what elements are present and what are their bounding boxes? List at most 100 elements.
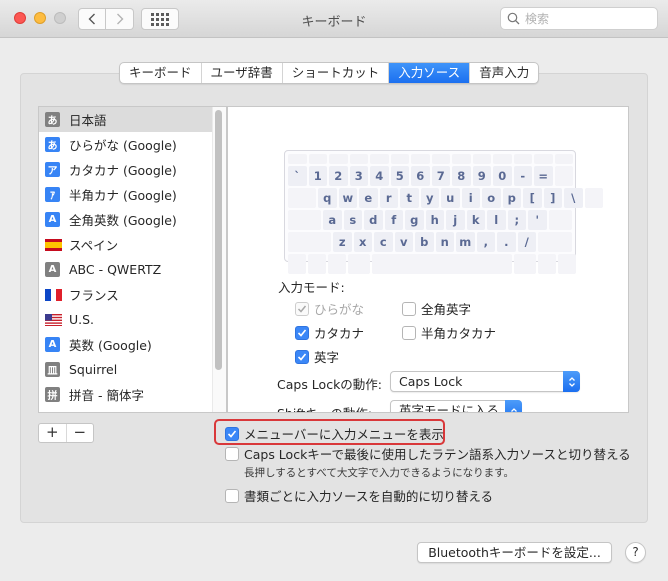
input-source-item[interactable]: A 全角英数 (Google) — [39, 207, 226, 232]
input-source-item[interactable]: A 英数 (Google) — [39, 332, 226, 357]
shift-action-popup[interactable]: 英字モードに入る — [390, 400, 522, 412]
mode-alpha-checkbox[interactable]: 英字 — [295, 347, 339, 366]
input-source-label: カタカナ (Google) — [69, 163, 177, 178]
keyboard-key: e — [359, 188, 378, 208]
mode-katakana-checkbox[interactable]: カタカナ — [295, 323, 364, 342]
blank-key — [288, 232, 331, 252]
input-source-icon: あ — [45, 137, 60, 152]
keyboard-key: - — [513, 166, 532, 186]
keyboard-key: y — [420, 188, 439, 208]
keyboard-key: k — [466, 210, 485, 230]
mode-fullwidth-alpha-checkbox[interactable]: 全角英字 — [402, 299, 471, 318]
input-source-item[interactable]: スペイン — [39, 232, 226, 257]
caps-lock-action-popup[interactable]: Caps Lock — [390, 371, 580, 392]
checkmark-icon — [295, 325, 309, 340]
keyboard-key: v — [394, 232, 413, 252]
blank-key — [390, 154, 409, 164]
search-field[interactable]: 検索 — [500, 7, 658, 30]
input-source-icon: A — [45, 337, 60, 352]
tab-dictation[interactable]: 音声入力 — [470, 63, 538, 83]
blank-key — [493, 154, 512, 164]
show-input-menu-checkbox[interactable]: メニューバーに入力メニューを表示 — [225, 424, 444, 443]
checkmark-icon — [225, 426, 239, 441]
up-arrow-icon — [505, 400, 522, 412]
keyboard-key: d — [364, 210, 383, 230]
setup-bluetooth-keyboard-button[interactable]: Bluetoothキーボードを設定... — [417, 542, 612, 563]
keyboard-key: h — [425, 210, 444, 230]
tab-keyboard[interactable]: キーボード — [120, 63, 202, 83]
keyboard-key: 9 — [472, 166, 491, 186]
input-source-item[interactable]: 拼 拼音 - 繁体字 — [39, 407, 226, 413]
keyboard-key: 3 — [349, 166, 368, 186]
blank-key — [472, 154, 491, 164]
keyboard-key: n — [435, 232, 454, 252]
input-source-item[interactable]: あ日本語 — [39, 107, 226, 132]
input-source-icon: 拼 — [45, 412, 60, 413]
add-source-button[interactable]: + — [39, 424, 67, 442]
blank-key — [558, 254, 576, 274]
keyboard-key: x — [353, 232, 372, 252]
keyboard-key: j — [446, 210, 465, 230]
keyboard-key: c — [374, 232, 393, 252]
input-source-item[interactable]: U.S. — [39, 307, 226, 332]
keyboard-key: 0 — [493, 166, 512, 186]
help-button[interactable]: ? — [625, 542, 646, 563]
keyboard-key: s — [343, 210, 362, 230]
input-source-label: 全角英数 (Google) — [69, 213, 177, 228]
caps-lock-switch-checkbox[interactable]: Caps Lockキーで最後に使用したラテン語系入力ソースと切り替える — [225, 444, 631, 463]
input-source-item[interactable]: 拼拼音 - 簡体字 — [39, 382, 226, 407]
list-scrollbar[interactable] — [215, 110, 222, 370]
blank-key — [329, 154, 348, 164]
keyboard-key: m — [456, 232, 475, 252]
input-source-list[interactable]: あ日本語あひらがな (Google) アカタカナ (Google) ｱ半角カナ (G… — [38, 106, 227, 413]
tab-shortcuts[interactable]: ショートカット — [283, 63, 390, 83]
mode-halfwidth-katakana-checkbox[interactable]: 半角カタカナ — [402, 323, 496, 342]
input-source-item[interactable]: フランス — [39, 282, 226, 307]
blank-key — [348, 254, 370, 274]
keyboard-key: ; — [507, 210, 526, 230]
keyboard-key: i — [461, 188, 480, 208]
input-source-item[interactable]: アカタカナ (Google) — [39, 157, 226, 182]
input-source-icon: A — [45, 262, 60, 277]
blank-key — [288, 154, 307, 164]
keyboard-key: l — [487, 210, 506, 230]
caps-lock-note: 長押しするとすべて大文字で入力できるようになります。 — [244, 467, 515, 479]
caps-lock-action-label: Caps Lockの動作: — [277, 377, 383, 392]
us-flag-icon — [45, 313, 62, 326]
keyboard-key: b — [415, 232, 434, 252]
blank-key — [349, 154, 368, 164]
blank-key — [554, 154, 573, 164]
blank-key — [288, 210, 321, 230]
auto-switch-checkbox[interactable]: 書類ごとに入力ソースを自動的に切り替える — [225, 486, 493, 505]
blank-key — [328, 254, 346, 274]
keyboard-key: 2 — [329, 166, 348, 186]
up-down-arrows-icon — [563, 371, 580, 392]
keyboard-key: / — [517, 232, 536, 252]
keyboard-key: t — [400, 188, 419, 208]
keyboard-key: z — [333, 232, 352, 252]
blank-key — [554, 166, 573, 186]
input-source-label: Squirrel — [69, 362, 118, 377]
keyboard-key: ' — [528, 210, 547, 230]
input-source-icon: A — [45, 212, 60, 227]
shift-action-label: Shiftキーの動作: — [277, 403, 372, 412]
blank-key — [584, 188, 603, 208]
input-source-label: U.S. — [69, 312, 95, 327]
input-source-label: 拼音 - 簡体字 — [69, 388, 144, 403]
input-source-item[interactable]: A ABC - QWERTZ — [39, 257, 226, 282]
tab-user-dictionary[interactable]: ユーザ辞書 — [202, 63, 283, 83]
keyboard-key: g — [405, 210, 424, 230]
mode-hiragana-checkbox: ひらがな — [295, 299, 364, 318]
checkmark-icon — [295, 301, 309, 316]
input-source-item[interactable]: 皿 Squirrel — [39, 357, 226, 382]
keyboard-key: ` — [288, 166, 307, 186]
tab-input-sources[interactable]: 入力ソース — [389, 63, 471, 83]
remove-source-button[interactable]: − — [67, 424, 94, 442]
input-source-item[interactable]: あひらがな (Google) — [39, 132, 226, 157]
input-source-label: フランス — [69, 288, 119, 303]
input-source-item[interactable]: ｱ 半角カナ (Google) — [39, 182, 226, 207]
keyboard-layout-preview: ` 1 2 3 4 5 6 7 8 9 0- = q w e r t y u i o p[] \ a s d f g h j k l; ' … — [284, 150, 603, 274]
keyboard-key: ] — [543, 188, 562, 208]
tab-bar: キーボード ユーザ辞書 ショートカット 入力ソース 音声入力 — [119, 62, 540, 84]
keyboard-key: = — [534, 166, 553, 186]
